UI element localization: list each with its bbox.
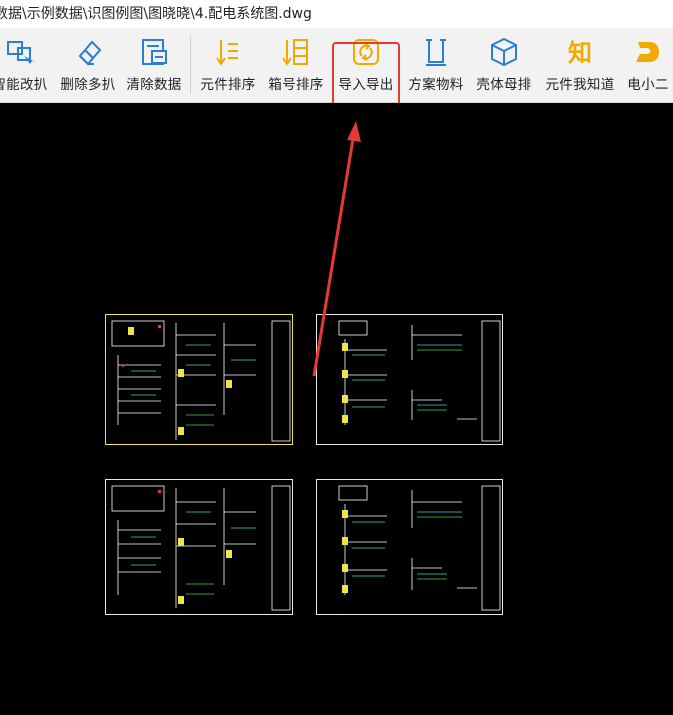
arrow-head-icon [347,121,361,142]
annotation-arrow [312,132,356,377]
annotation-overlay [312,121,361,377]
